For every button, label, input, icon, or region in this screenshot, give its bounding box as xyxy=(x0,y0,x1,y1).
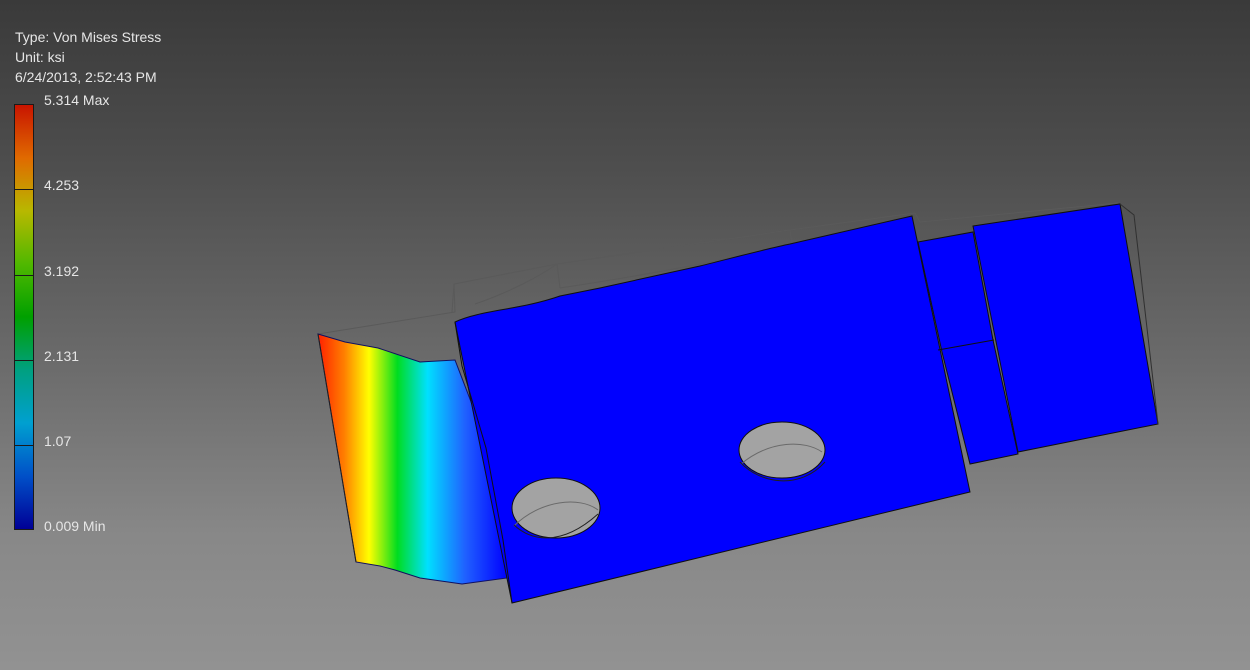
main-block[interactable] xyxy=(454,215,971,604)
fea-model-view[interactable] xyxy=(0,0,1250,670)
mounting-hole-left[interactable] xyxy=(511,477,601,539)
graphics-viewport[interactable]: Type: Von Mises Stress Unit: ksi 6/24/20… xyxy=(0,0,1250,670)
